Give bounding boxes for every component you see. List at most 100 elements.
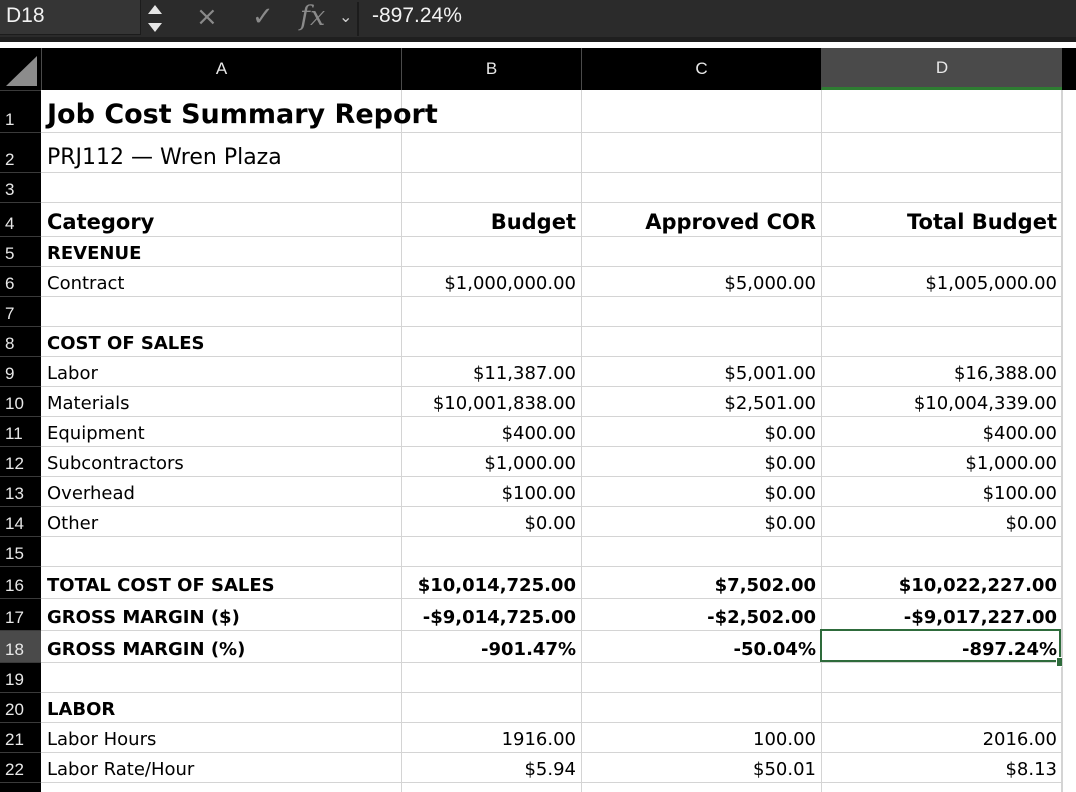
- row-other-label[interactable]: Other: [41, 506, 401, 536]
- row-gm-pct-cor[interactable]: -50.04%: [581, 630, 821, 662]
- row-overhead-budget[interactable]: $100.00: [401, 476, 581, 506]
- row-header-21[interactable]: 21: [0, 722, 41, 752]
- row-total-cos-label[interactable]: TOTAL COST OF SALES: [41, 566, 401, 598]
- row-equipment-budget[interactable]: $400.00: [401, 416, 581, 446]
- name-box-spinner[interactable]: [146, 3, 164, 37]
- row-labor-cor[interactable]: $5,001.00: [581, 356, 821, 386]
- row-subcontractors-budget[interactable]: $1,000.00: [401, 446, 581, 476]
- row-other-cor[interactable]: $0.00: [581, 506, 821, 536]
- row-header-8[interactable]: 8: [0, 326, 41, 356]
- row-gm-dollar-cor[interactable]: -$2,502.00: [581, 598, 821, 630]
- row-labor-budget[interactable]: $11,387.00: [401, 356, 581, 386]
- row-equipment-total[interactable]: $400.00: [821, 416, 1062, 446]
- row-header-22[interactable]: 22: [0, 752, 41, 782]
- chevron-down-icon[interactable]: [148, 23, 162, 32]
- row-contract-budget[interactable]: $1,000,000.00: [401, 266, 581, 296]
- row-overhead-total[interactable]: $100.00: [821, 476, 1062, 506]
- row-subcontractors-cor[interactable]: $0.00: [581, 446, 821, 476]
- row-gm-pct-label[interactable]: GROSS MARGIN (%): [41, 630, 401, 662]
- row-equipment-label[interactable]: Equipment: [41, 416, 401, 446]
- row-gm-dollar-budget[interactable]: -$9,014,725.00: [401, 598, 581, 630]
- gridline: [41, 536, 1062, 537]
- row-header-9[interactable]: 9: [0, 356, 41, 386]
- select-all-button[interactable]: [0, 48, 41, 90]
- row-header-23[interactable]: [0, 782, 41, 792]
- row-header-4[interactable]: 4: [0, 202, 41, 236]
- row-header-1[interactable]: 1: [0, 90, 41, 132]
- section-cost-of-sales[interactable]: COST OF SALES: [41, 326, 401, 356]
- row-labor-rate-cor[interactable]: $50.01: [581, 752, 821, 782]
- gridline: [41, 296, 1062, 297]
- row-gm-dollar-label[interactable]: GROSS MARGIN ($): [41, 598, 401, 630]
- row-labor-rate-budget[interactable]: $5.94: [401, 752, 581, 782]
- gridline: [41, 782, 1062, 783]
- row-header-11[interactable]: 11: [0, 416, 41, 446]
- formula-bar: D18 × ✓ fx ⌄ -897.24%: [0, 0, 1076, 42]
- row-contract-cor[interactable]: $5,000.00: [581, 266, 821, 296]
- row-header-18[interactable]: 18: [0, 630, 41, 662]
- row-overhead-label[interactable]: Overhead: [41, 476, 401, 506]
- row-gm-dollar-total[interactable]: -$9,017,227.00: [821, 598, 1062, 630]
- row-contract-label[interactable]: Contract: [41, 266, 401, 296]
- row-labor-label[interactable]: Labor: [41, 356, 401, 386]
- chevron-up-icon[interactable]: [148, 5, 162, 14]
- row-header-3[interactable]: 3: [0, 172, 41, 202]
- row-overhead-cor[interactable]: $0.00: [581, 476, 821, 506]
- header-budget[interactable]: Budget: [401, 202, 581, 236]
- section-labor[interactable]: LABOR: [41, 692, 401, 722]
- row-header-19[interactable]: 19: [0, 662, 41, 692]
- column-header-b[interactable]: B: [401, 48, 581, 90]
- row-labor-hours-budget[interactable]: 1916.00: [401, 722, 581, 752]
- row-header-15[interactable]: 15: [0, 536, 41, 566]
- column-header-d[interactable]: D: [821, 48, 1062, 90]
- column-header-a[interactable]: A: [41, 48, 401, 90]
- report-title[interactable]: Job Cost Summary Report: [41, 90, 441, 132]
- header-approved-cor[interactable]: Approved COR: [581, 202, 821, 236]
- row-gm-pct-budget[interactable]: -901.47%: [401, 630, 581, 662]
- confirm-icon[interactable]: ✓: [252, 2, 274, 32]
- active-cell-border: [820, 629, 1061, 662]
- row-materials-label[interactable]: Materials: [41, 386, 401, 416]
- row-header-17[interactable]: 17: [0, 598, 41, 630]
- row-header-7[interactable]: 7: [0, 296, 41, 326]
- name-box[interactable]: D18: [0, 0, 141, 35]
- function-icon[interactable]: fx: [300, 1, 325, 32]
- row-materials-budget[interactable]: $10,001,838.00: [401, 386, 581, 416]
- row-total-cos-total[interactable]: $10,022,227.00: [821, 566, 1062, 598]
- project-subtitle[interactable]: PRJ112 — Wren Plaza: [41, 132, 401, 172]
- row-labor-hours-label[interactable]: Labor Hours: [41, 722, 401, 752]
- row-equipment-cor[interactable]: $0.00: [581, 416, 821, 446]
- column-header-c[interactable]: C: [581, 48, 821, 90]
- row-header-5[interactable]: 5: [0, 236, 41, 266]
- row-header-6[interactable]: 6: [0, 266, 41, 296]
- row-subcontractors-total[interactable]: $1,000.00: [821, 446, 1062, 476]
- row-header-16[interactable]: 16: [0, 566, 41, 598]
- section-revenue[interactable]: REVENUE: [41, 236, 401, 266]
- row-other-total[interactable]: $0.00: [821, 506, 1062, 536]
- header-category[interactable]: Category: [41, 202, 401, 236]
- row-total-cos-cor[interactable]: $7,502.00: [581, 566, 821, 598]
- row-labor-rate-total[interactable]: $8.13: [821, 752, 1062, 782]
- formula-input[interactable]: -897.24%: [372, 4, 462, 28]
- row-total-cos-budget[interactable]: $10,014,725.00: [401, 566, 581, 598]
- row-header-20[interactable]: 20: [0, 692, 41, 722]
- row-other-budget[interactable]: $0.00: [401, 506, 581, 536]
- row-labor-rate-label[interactable]: Labor Rate/Hour: [41, 752, 401, 782]
- header-total-budget[interactable]: Total Budget: [821, 202, 1062, 236]
- chevron-down-icon[interactable]: ⌄: [339, 7, 352, 26]
- row-subcontractors-label[interactable]: Subcontractors: [41, 446, 401, 476]
- row-header-10[interactable]: 10: [0, 386, 41, 416]
- select-all-triangle-icon: [6, 56, 37, 86]
- row-header-12[interactable]: 12: [0, 446, 41, 476]
- row-labor-hours-total[interactable]: 2016.00: [821, 722, 1062, 752]
- row-header-2[interactable]: 2: [0, 132, 41, 172]
- row-contract-total[interactable]: $1,005,000.00: [821, 266, 1062, 296]
- row-header-14[interactable]: 14: [0, 506, 41, 536]
- row-labor-total[interactable]: $16,388.00: [821, 356, 1062, 386]
- row-materials-total[interactable]: $10,004,339.00: [821, 386, 1062, 416]
- row-header-13[interactable]: 13: [0, 476, 41, 506]
- cancel-icon[interactable]: ×: [196, 2, 218, 32]
- formula-divider: [357, 2, 359, 36]
- row-labor-hours-cor[interactable]: 100.00: [581, 722, 821, 752]
- row-materials-cor[interactable]: $2,501.00: [581, 386, 821, 416]
